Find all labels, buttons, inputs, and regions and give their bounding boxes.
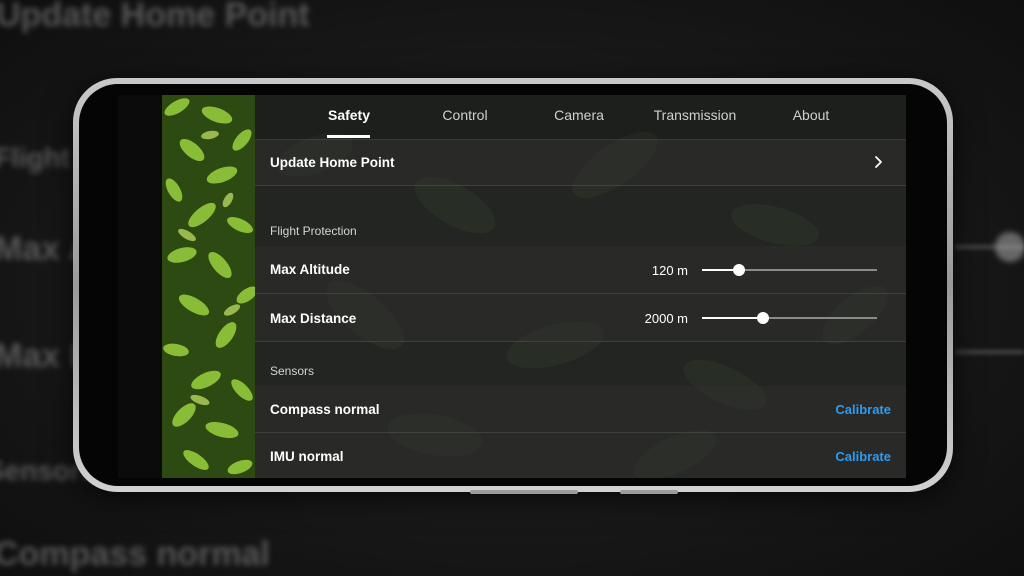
compass-row: Compass normal Calibrate xyxy=(255,386,906,433)
max-altitude-slider[interactable] xyxy=(702,264,877,276)
max-distance-slider[interactable] xyxy=(702,312,877,324)
max-distance-value: 2000 m xyxy=(644,311,688,326)
max-distance-label: Max Distance xyxy=(270,311,357,326)
compass-calibrate-button[interactable]: Calibrate xyxy=(835,402,891,417)
volume-button xyxy=(470,490,578,494)
max-distance-slider-fill xyxy=(702,317,764,319)
max-altitude-row: Max Altitude 120 m xyxy=(255,246,906,294)
tab-transmission[interactable]: Transmission xyxy=(645,107,745,123)
phone-screen: Safety Control Camera Transmission About… xyxy=(118,95,906,478)
settings-panel: Safety Control Camera Transmission About… xyxy=(255,95,906,478)
sensors-label: Sensors xyxy=(270,364,315,378)
ghost-slider-track-2 xyxy=(955,350,1024,354)
imu-row: IMU normal Calibrate xyxy=(255,433,906,478)
compass-status-label: Compass normal xyxy=(270,402,380,417)
active-tab-indicator xyxy=(327,135,370,138)
max-altitude-value: 120 m xyxy=(651,263,688,278)
update-home-point-row[interactable]: Update Home Point xyxy=(255,140,906,186)
ghost-title: Update Home Point xyxy=(0,0,310,34)
flight-protection-section-header: Flight Protection xyxy=(255,186,906,246)
tab-safety[interactable]: Safety xyxy=(317,107,381,123)
sensors-section-header: Sensors xyxy=(255,342,906,386)
side-button xyxy=(620,490,678,494)
chevron-right-icon xyxy=(875,156,882,168)
max-altitude-slider-knob[interactable] xyxy=(732,264,745,276)
imu-status-label: IMU normal xyxy=(270,449,344,464)
tab-camera[interactable]: Camera xyxy=(545,107,613,123)
tab-control[interactable]: Control xyxy=(431,107,499,123)
imu-calibrate-button[interactable]: Calibrate xyxy=(835,449,891,464)
tab-about[interactable]: About xyxy=(777,107,845,123)
screen-notch-area xyxy=(118,95,162,478)
camera-feed-strip xyxy=(162,95,255,478)
flight-protection-label: Flight Protection xyxy=(270,224,357,238)
max-distance-slider-knob[interactable] xyxy=(757,312,770,324)
ghost-compass: Compass normal xyxy=(0,535,270,573)
leaves-image xyxy=(162,95,255,478)
tab-bar: Safety Control Camera Transmission About xyxy=(255,95,906,140)
max-distance-row: Max Distance 2000 m xyxy=(255,294,906,342)
ghost-slider-knob xyxy=(995,232,1024,262)
max-altitude-label: Max Altitude xyxy=(270,262,350,277)
update-home-point-label: Update Home Point xyxy=(270,155,395,170)
